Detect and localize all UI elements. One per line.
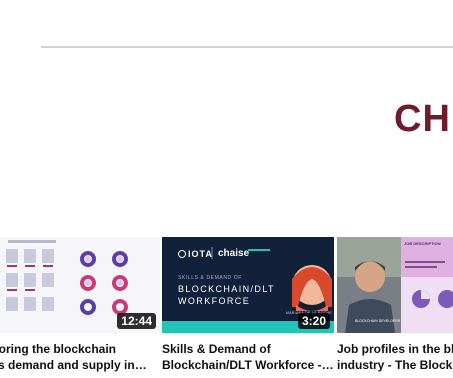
video-title[interactable]: ploring the blockchain ills demand and s… <box>0 341 160 373</box>
video-card-1[interactable]: 12:44 ploring the blockchain ills demand… <box>0 237 160 373</box>
thumbnail-headline-line-1: BLOCKCHAIN/DLT <box>178 284 275 294</box>
video-carousel: 12:44 ploring the blockchain ills demand… <box>0 237 453 378</box>
video-card-3[interactable]: JOB DESCRIPTION BLOCKCHAIN DEVELOPER Job… <box>337 237 453 373</box>
video-thumbnail-3[interactable]: JOB DESCRIPTION BLOCKCHAIN DEVELOPER <box>337 237 453 333</box>
video-thumbnail-1[interactable]: 12:44 <box>0 237 160 333</box>
divider-line <box>41 46 453 48</box>
thumbnail-kicker-text: SKILLS & DEMAND OF <box>178 275 242 281</box>
video-duration-badge: 3:20 <box>297 313 330 329</box>
video-duration-badge: 12:44 <box>117 313 156 329</box>
job-description-header: JOB DESCRIPTION <box>404 241 441 246</box>
thumbnail-person-caption: BLOCKCHAIN DEVELOPER <box>355 319 401 323</box>
video-thumbnail-2[interactable]: IOTA chaise SKILLS & DEMAND OF BLOCKCHAI… <box>162 237 334 333</box>
chaise-brand-label: chaise <box>218 248 250 259</box>
video-title[interactable]: Job profiles in the bloc industry - The … <box>337 341 453 373</box>
page-heading: CH <box>394 98 451 140</box>
thumbnail-headline-line-2: WORKFORCE <box>178 296 251 306</box>
iota-brand-label: IOTA <box>188 249 213 259</box>
video-card-2[interactable]: IOTA chaise SKILLS & DEMAND OF BLOCKCHAI… <box>162 237 334 373</box>
video-title[interactable]: Skills & Demand of Blockchain/DLT Workfo… <box>162 341 334 373</box>
